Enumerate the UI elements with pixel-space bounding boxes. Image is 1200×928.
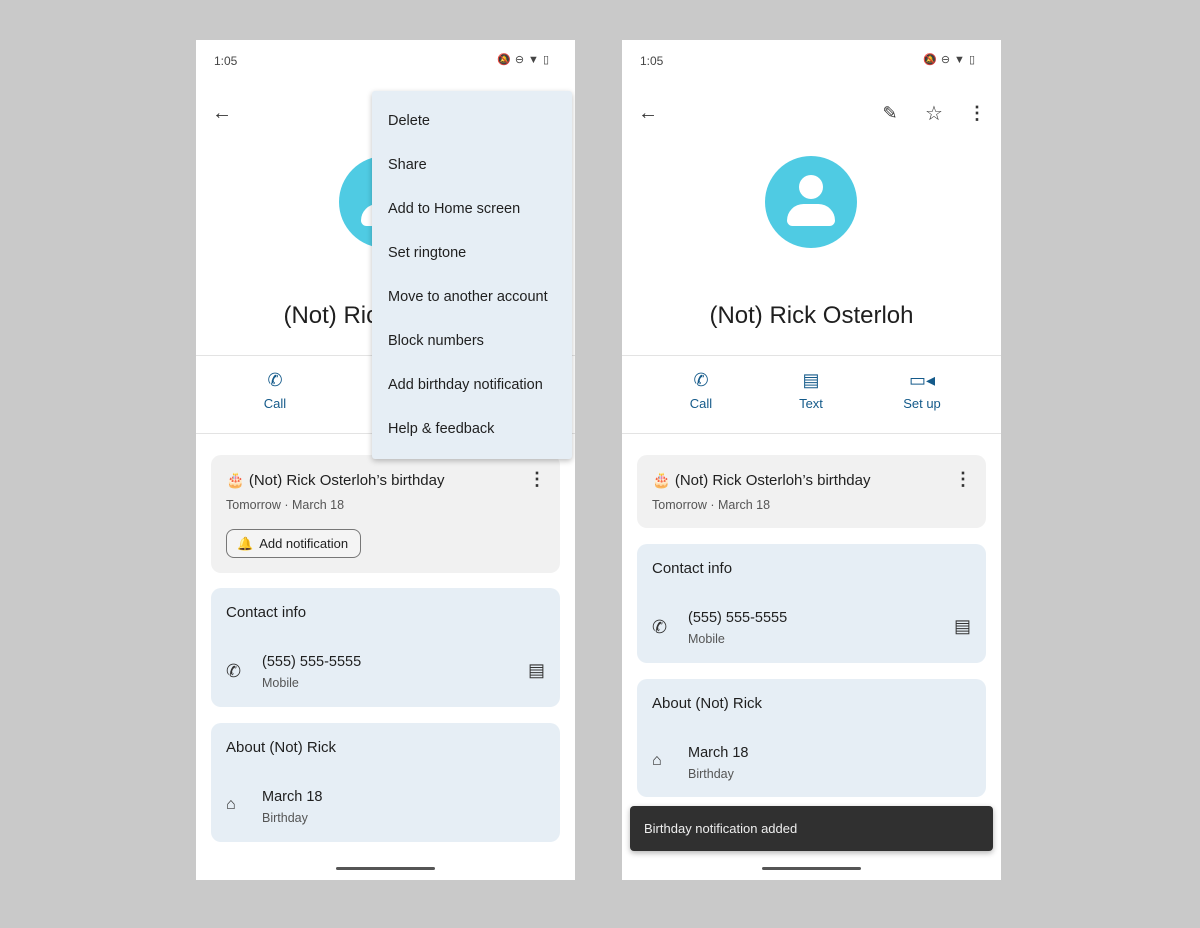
menu-item-delete[interactable]: Delete — [388, 113, 430, 129]
phone-icon: ✆ — [652, 617, 668, 637]
menu-item-move-account[interactable]: Move to another account — [388, 289, 548, 305]
snackbar: Birthday notification added — [630, 806, 993, 851]
more-vert-icon[interactable]: ⋮ — [965, 101, 989, 125]
birthday-title: (Not) Rick Osterloh’s birthday — [248, 472, 445, 489]
menu-item-add-birthday-notification[interactable]: Add birthday notification — [388, 377, 543, 393]
status-time: 1:05 — [640, 54, 664, 68]
add-notification-label: Add notification — [259, 536, 349, 551]
menu-item-block-numbers[interactable]: Block numbers — [388, 333, 484, 349]
birthday-label: Birthday — [688, 767, 734, 781]
menu-item-share[interactable]: Share — [388, 157, 427, 173]
video-camera-icon: ▭◂ — [908, 370, 936, 390]
phone-screen-notification-added: 1:05 🔕⊖▼▯ ← ✎ ☆ ⋮ (Not) Rick Osterloh ✆ C… — [622, 40, 1001, 880]
birthday-date: March 18 — [262, 789, 323, 805]
message-icon: ▤ — [802, 370, 820, 390]
birthday-subtitle: Tomorrow · March 18 — [226, 498, 345, 512]
about-card: About (Not) Rick ⌂ March 18 Birthday — [637, 679, 986, 797]
text-action-button[interactable]: ▤ Text — [771, 370, 851, 411]
home-indicator[interactable] — [336, 867, 435, 870]
message-icon[interactable]: ▤ — [528, 660, 545, 681]
birthday-subtitle: Tomorrow · March 18 — [652, 498, 771, 512]
about-card: About (Not) Rick ⌂ March 18 Birthday — [211, 723, 560, 842]
setup-label: Set up — [903, 396, 941, 411]
contact-name: (Not) Rick Osterloh — [709, 302, 914, 329]
birthday-date: March 18 — [688, 745, 749, 761]
phone-number[interactable]: (555) 555-5555 — [688, 610, 787, 626]
bell-plus-icon: 🔔 — [237, 535, 254, 551]
phone-icon: ✆ — [693, 370, 709, 390]
call-label: Call — [689, 396, 713, 411]
avatar — [765, 156, 857, 248]
menu-item-help-feedback[interactable]: Help & feedback — [388, 421, 494, 437]
divider — [622, 433, 1001, 434]
contact-info-title: Contact info — [226, 604, 307, 621]
birthday-label: Birthday — [262, 811, 308, 825]
status-time: 1:05 — [214, 54, 238, 68]
setup-video-action-button[interactable]: ▭◂ Set up — [882, 370, 962, 411]
status-icons: 🔕⊖▼▯ — [923, 54, 979, 66]
phone-type: Mobile — [688, 632, 725, 646]
status-icons: 🔕⊖▼▯ — [497, 54, 553, 66]
phone-icon: ✆ — [226, 661, 242, 681]
phone-screen-menu-open: 1:05 🔕⊖▼▯ ← (Not) Rick Osterloh ✆Call 🎂 … — [196, 40, 575, 880]
star-icon[interactable]: ☆ — [922, 101, 946, 125]
contact-info-card: Contact info ✆ (555) 555-5555 Mobile ▤ — [211, 588, 560, 707]
contact-info-title: Contact info — [652, 560, 733, 577]
cake-icon: 🎂 — [226, 472, 245, 489]
call-action-button[interactable]: ✆ Call — [661, 370, 741, 411]
phone-number[interactable]: (555) 555-5555 — [262, 654, 361, 670]
contact-info-card: Contact info ✆ (555) 555-5555 Mobile ▤ — [637, 544, 986, 663]
overflow-menu: Delete Share Add to Home screen Set ring… — [372, 91, 572, 459]
phone-type: Mobile — [262, 676, 299, 690]
about-title: About (Not) Rick — [226, 739, 337, 756]
birthday-card: 🎂 (Not) Rick Osterloh’s birthday Tomorro… — [637, 455, 986, 528]
about-title: About (Not) Rick — [652, 695, 763, 712]
back-arrow-icon[interactable]: ← — [636, 101, 660, 125]
add-notification-button[interactable]: 🔔 Add notification — [226, 529, 362, 558]
birthday-card: 🎂 (Not) Rick Osterloh’s birthday Tomorro… — [211, 455, 560, 573]
birthday-title: (Not) Rick Osterloh’s birthday — [674, 472, 871, 489]
cake-outline-icon: ⌂ — [652, 752, 662, 769]
text-label: Text — [799, 396, 823, 411]
call-action-button[interactable]: ✆ Call — [235, 370, 315, 411]
more-vert-icon[interactable]: ⋮ — [528, 469, 546, 490]
message-icon[interactable]: ▤ — [954, 616, 971, 637]
phone-icon: ✆ — [267, 370, 283, 390]
menu-item-set-ringtone[interactable]: Set ringtone — [388, 245, 466, 261]
cake-outline-icon: ⌂ — [226, 796, 236, 813]
more-vert-icon[interactable]: ⋮ — [954, 469, 972, 490]
cake-icon: 🎂 — [652, 472, 671, 489]
menu-item-add-to-home[interactable]: Add to Home screen — [388, 201, 520, 217]
divider — [622, 355, 1001, 356]
back-arrow-icon[interactable]: ← — [210, 101, 234, 125]
home-indicator[interactable] — [762, 867, 861, 870]
call-label: Call — [263, 396, 287, 411]
edit-pencil-icon[interactable]: ✎ — [878, 101, 902, 125]
